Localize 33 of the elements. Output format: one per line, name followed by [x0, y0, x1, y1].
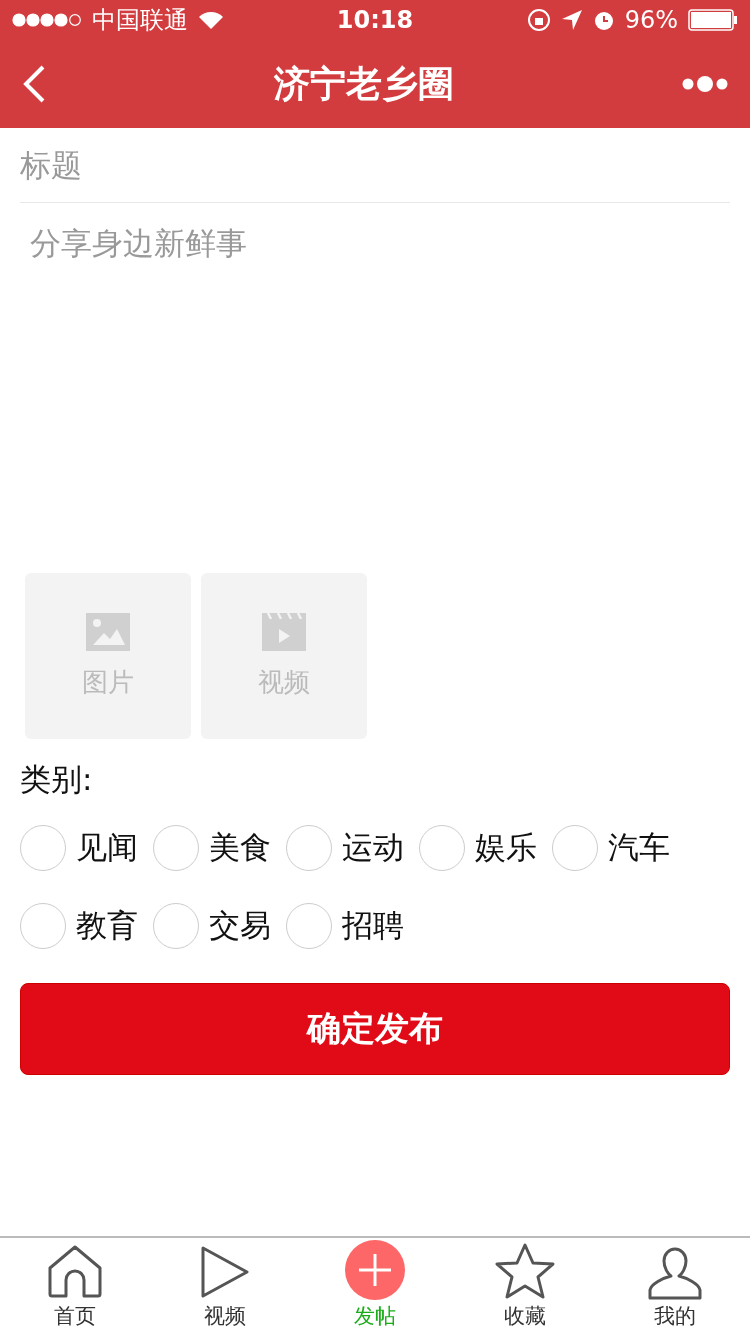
play-icon [199, 1244, 251, 1300]
battery-icon [688, 9, 738, 31]
category-option[interactable]: 教育 [20, 903, 153, 949]
tab-item[interactable]: 收藏 [450, 1238, 600, 1334]
star-icon [494, 1242, 556, 1300]
film-icon [262, 612, 306, 651]
category-option[interactable]: 娱乐 [419, 825, 552, 871]
person-icon [648, 1246, 702, 1300]
category-label: 类别: [20, 760, 93, 799]
signal-icon [12, 13, 82, 27]
publish-button[interactable]: 确定发布 [20, 983, 730, 1075]
back-icon[interactable] [22, 65, 46, 103]
image-icon [86, 612, 130, 651]
tab-item[interactable]: 首页 [0, 1238, 150, 1334]
category-option[interactable]: 美食 [153, 825, 286, 871]
add-icon [345, 1240, 405, 1300]
category-option[interactable]: 见闻 [20, 825, 153, 871]
category-option[interactable]: 招聘 [286, 903, 419, 949]
tab-item[interactable]: 视频 [150, 1238, 300, 1334]
rotation-lock-icon [526, 8, 551, 32]
location-icon [560, 9, 583, 31]
category-option[interactable]: 交易 [153, 903, 286, 949]
clock-time: 10:18 [336, 6, 414, 34]
wifi-icon [198, 10, 224, 30]
tab-item[interactable]: 我的 [600, 1238, 750, 1334]
category-option[interactable]: 汽车 [552, 825, 685, 871]
carrier-name: 中国联通 [92, 5, 188, 36]
alarm-icon [592, 9, 615, 31]
category-option[interactable]: 运动 [286, 825, 419, 871]
battery-percent: 96% [624, 6, 678, 34]
home-icon [46, 1244, 104, 1300]
more-icon[interactable] [682, 75, 728, 93]
page-title: 济宁老乡圈 [274, 61, 454, 106]
